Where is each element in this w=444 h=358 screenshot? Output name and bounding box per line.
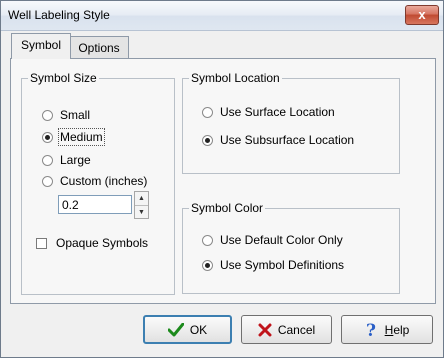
check-icon [167,322,184,336]
ok-button-label: OK [189,322,208,337]
radio-surface-location[interactable]: Use Surface Location [202,105,335,119]
tab-options[interactable]: Options [69,36,129,60]
radio-large-label: Large [60,153,91,167]
spin-up-icon[interactable]: ▲ [135,192,148,206]
cancel-button[interactable]: Cancel [241,315,332,344]
radio-default-color-indicator[interactable] [202,234,213,246]
symbol-location-label: Symbol Location [189,71,282,85]
opaque-symbols-label: Opaque Symbols [56,236,149,250]
opaque-symbols-checkbox[interactable]: Opaque Symbols [36,236,148,250]
help-button-label: Help [385,323,410,337]
radio-custom-indicator[interactable] [42,175,53,187]
title-bar[interactable]: Well Labeling Style x [1,1,443,31]
radio-surface-indicator[interactable] [202,106,213,118]
custom-size-spinner[interactable]: ▲ ▼ [134,191,149,219]
radio-subsurface-location[interactable]: Use Subsurface Location [202,133,354,147]
radio-small-label: Small [60,108,91,122]
help-rest: elp [393,322,410,337]
ok-button[interactable]: OK [143,315,232,344]
radio-subsurface-label: Use Subsurface Location [220,133,355,147]
symbol-color-label: Symbol Color [189,201,266,215]
radio-symbol-definitions-label: Use Symbol Definitions [220,258,345,272]
symbol-size-label: Symbol Size [28,71,99,85]
x-icon [258,323,272,336]
radio-custom-label: Custom (inches) [60,174,148,188]
help-button[interactable]: ? Help [341,315,433,344]
radio-large-indicator[interactable] [42,154,53,166]
window-title: Well Labeling Style [8,8,110,22]
radio-default-color[interactable]: Use Default Color Only [202,233,343,247]
radio-small-indicator[interactable] [42,109,53,121]
cancel-button-label: Cancel [277,322,316,337]
radio-surface-label: Use Surface Location [220,105,335,119]
radio-symbol-definitions[interactable]: Use Symbol Definitions [202,258,344,272]
radio-small[interactable]: Small [42,108,90,122]
radio-medium-indicator[interactable] [42,131,53,143]
radio-subsurface-indicator[interactable] [202,134,213,146]
radio-medium[interactable]: Medium [42,128,105,146]
close-button[interactable]: x [405,5,439,25]
tab-symbol[interactable]: Symbol [11,33,71,59]
svg-text:?: ? [366,322,376,338]
radio-symbol-definitions-indicator[interactable] [202,259,213,271]
symbol-color-group: Symbol Color [182,201,400,294]
spin-down-icon[interactable]: ▼ [135,206,148,219]
radio-custom[interactable]: Custom (inches) [42,174,147,188]
symbol-location-group: Symbol Location [182,71,400,174]
question-icon: ? [366,322,376,338]
dialog-window: Well Labeling Style x Symbol Options Sym… [0,0,444,358]
radio-medium-label: Medium [58,128,105,146]
custom-size-input[interactable] [58,195,132,214]
radio-default-color-label: Use Default Color Only [220,233,343,247]
opaque-checkbox-box[interactable] [36,237,47,249]
radio-large[interactable]: Large [42,153,91,167]
